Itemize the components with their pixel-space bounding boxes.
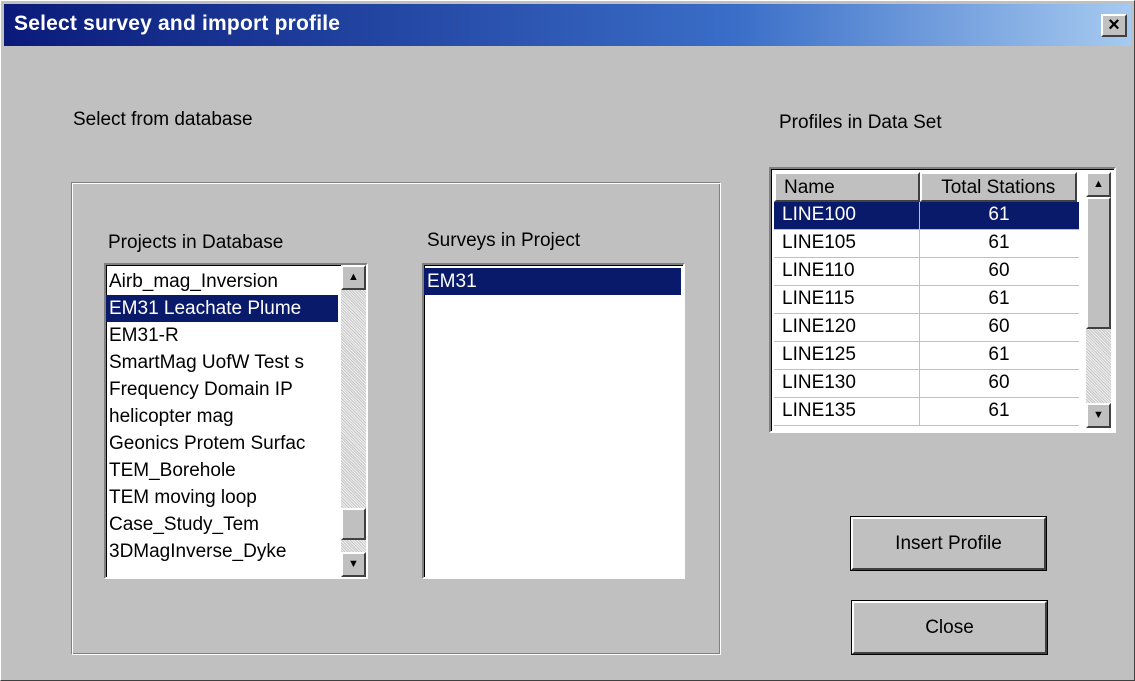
profile-row[interactable]: LINE100 61 (774, 202, 1079, 230)
arrow-down-icon: ▼ (348, 558, 359, 570)
scroll-down-button[interactable]: ▼ (1086, 403, 1111, 428)
close-icon: × (1108, 14, 1120, 36)
profile-name-cell: LINE130 (774, 370, 920, 397)
total-stations-cell: 61 (988, 288, 1010, 309)
total-stations-cell: 61 (988, 400, 1010, 421)
project-list-item[interactable]: Airb_mag_Inversion (106, 268, 338, 295)
scroll-up-button[interactable]: ▲ (1086, 172, 1111, 197)
profile-name-cell: LINE115 (774, 286, 920, 313)
profile-row[interactable]: LINE120 60 (774, 314, 1079, 342)
total-stations-cell: 61 (988, 204, 1010, 225)
project-list-item[interactable]: 3DMagInverse_Dyke (106, 538, 338, 565)
profile-name-cell: LINE135 (774, 398, 920, 425)
arrow-up-icon: ▲ (1093, 178, 1104, 190)
profile-row[interactable]: LINE110 60 (774, 258, 1079, 286)
profile-name-cell: LINE100 (774, 202, 920, 229)
surveys-in-project-label: Surveys in Project (427, 230, 581, 251)
arrow-up-icon: ▲ (348, 271, 359, 283)
profile-name-cell: LINE105 (774, 230, 920, 257)
profile-name-cell: LINE120 (774, 314, 920, 341)
column-header-name[interactable]: Name (774, 172, 920, 202)
projects-in-database-label: Projects in Database (108, 232, 284, 253)
survey-list-item[interactable]: EM31 (424, 268, 681, 295)
total-stations-cell: 60 (988, 316, 1010, 337)
insert-profile-button[interactable]: Insert Profile (851, 517, 1046, 570)
arrow-down-icon: ▼ (1093, 409, 1104, 421)
profile-row[interactable]: LINE135 61 (774, 398, 1079, 426)
total-stations-cell: 60 (988, 372, 1010, 393)
projects-listbox[interactable]: Airb_mag_Inversion EM31 Leachate Plume EM3… (104, 263, 368, 579)
total-stations-cell: 61 (988, 344, 1010, 365)
project-list-item[interactable]: EM31 Leachate Plume (106, 295, 338, 322)
profiles-grid[interactable]: Name Total Stations LINE100 61 LINE105 61 LI… (769, 167, 1116, 433)
profiles-in-data-set-label: Profiles in Data Set (779, 112, 942, 133)
project-list-item[interactable]: TEM_Borehole (106, 457, 338, 484)
project-list-item[interactable]: EM31-R (106, 322, 338, 349)
select-from-database-label: Select from database (73, 109, 253, 130)
scroll-thumb[interactable] (1086, 197, 1111, 329)
window-title: Select survey and import profile (14, 12, 341, 35)
project-list-item[interactable]: Geonics Protem Surfac (106, 430, 338, 457)
profile-row[interactable]: LINE115 61 (774, 286, 1079, 314)
title-bar[interactable]: Select survey and import profile × (4, 4, 1131, 46)
scroll-down-button[interactable]: ▼ (341, 552, 366, 577)
total-stations-cell: 60 (988, 260, 1010, 281)
surveys-list: EM31 (424, 268, 681, 295)
project-list-item[interactable]: SmartMag UofW Test s (106, 349, 338, 376)
close-button[interactable]: Close (852, 601, 1047, 654)
profile-row[interactable]: LINE130 60 (774, 370, 1079, 398)
scroll-up-button[interactable]: ▲ (341, 265, 366, 290)
dialog-window: Select survey and import profile × Selec… (0, 0, 1135, 681)
profile-row[interactable]: LINE125 61 (774, 342, 1079, 370)
project-list-item[interactable]: TEM moving loop (106, 484, 338, 511)
project-list-item[interactable]: Frequency Domain IP (106, 376, 338, 403)
profiles-scrollbar[interactable]: ▲ ▼ (1086, 172, 1111, 428)
projects-scrollbar[interactable]: ▲ ▼ (341, 265, 366, 577)
project-list-item[interactable]: Case_Study_Tem (106, 511, 338, 538)
grid-body: LINE100 61 LINE105 61 LINE110 60 LINE115 61 LINE… (774, 202, 1079, 426)
project-list-item[interactable]: helicopter mag (106, 403, 338, 430)
surveys-listbox[interactable]: EM31 (422, 263, 685, 579)
column-header-total-stations[interactable]: Total Stations (919, 172, 1077, 202)
profile-name-cell: LINE125 (774, 342, 920, 369)
projects-list: Airb_mag_Inversion EM31 Leachate Plume EM3… (106, 268, 338, 565)
scroll-thumb[interactable] (341, 508, 366, 540)
grid-header: Name Total Stations (774, 172, 1077, 202)
total-stations-cell: 61 (988, 232, 1010, 253)
profile-row[interactable]: LINE105 61 (774, 230, 1079, 258)
profile-name-cell: LINE110 (774, 258, 920, 285)
close-window-button[interactable]: × (1101, 14, 1127, 37)
